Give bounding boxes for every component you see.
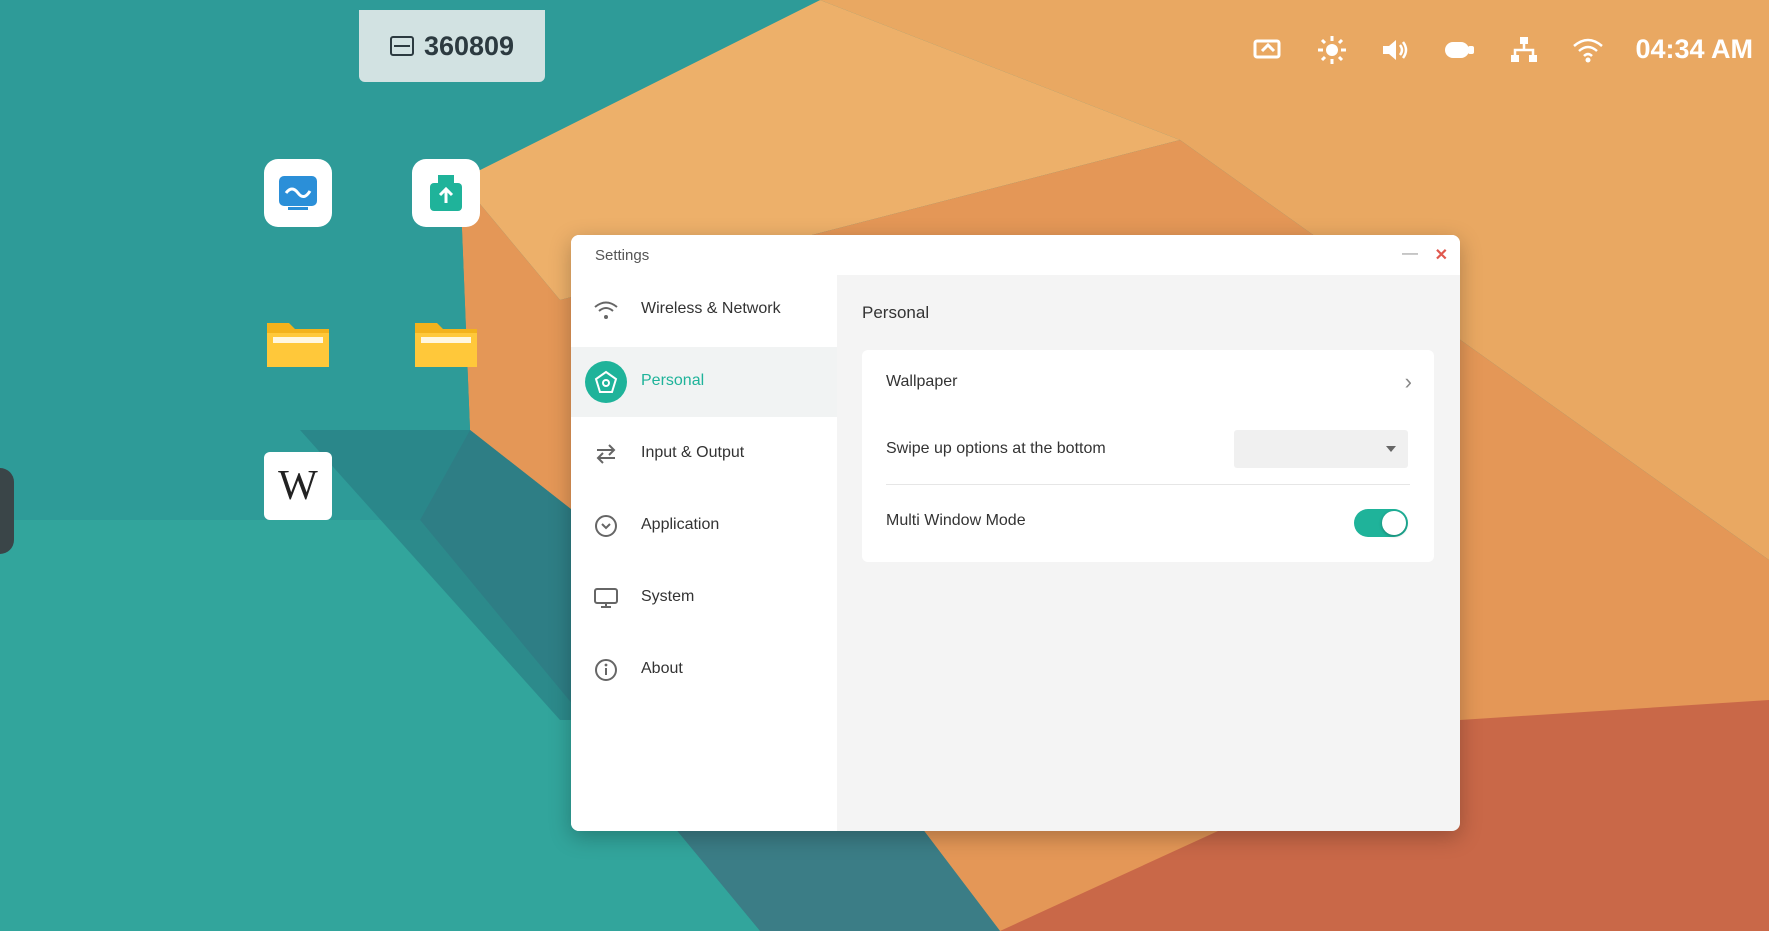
chevron-right-icon: › <box>1404 369 1412 394</box>
sidebar-item-label: Personal <box>641 371 705 389</box>
window-title: Settings <box>595 246 650 264</box>
device-id-text: 360809 <box>423 30 515 61</box>
wikipedia-icon: W <box>264 452 332 520</box>
screen-share-icon[interactable] <box>1251 35 1285 65</box>
sidebar-item-application[interactable]: Application <box>571 491 837 561</box>
swipe-options-select[interactable] <box>1234 430 1408 468</box>
settings-content: Personal Wallpaper › Swipe up options at… <box>837 275 1460 831</box>
brightness-icon[interactable] <box>1315 35 1349 65</box>
folder-icon <box>412 308 480 376</box>
sidebar-item-label: Input & Output <box>641 443 745 461</box>
personal-icon <box>585 361 627 403</box>
sidebar-item-label: Application <box>641 515 720 533</box>
status-bar: 04:34 AM <box>1251 34 1753 65</box>
sidebar-item-personal[interactable]: Personal <box>571 347 837 417</box>
sidebar-item-input-output[interactable]: Input & Output <box>571 419 837 489</box>
info-icon <box>585 649 627 691</box>
multi-window-row: Multi Window Mode <box>862 488 1434 558</box>
monitor-icon <box>389 36 414 56</box>
window-titlebar: Settings — ✕ <box>571 235 1460 275</box>
desktop-icon-note[interactable] <box>253 159 343 227</box>
whiteboard-icon <box>264 159 332 227</box>
multi-window-toggle[interactable] <box>1354 509 1408 537</box>
desktop-icon-usb[interactable] <box>401 159 491 227</box>
sidebar-item-wireless-network[interactable]: Wireless & Network <box>571 275 837 345</box>
chevron-down-icon <box>1386 446 1396 452</box>
wallpaper-row[interactable]: Wallpaper › <box>862 350 1434 414</box>
wifi-icon <box>585 289 627 331</box>
sidebar-item-about[interactable]: About <box>571 635 837 705</box>
side-drawer-handle[interactable] <box>0 468 14 554</box>
close-icon[interactable]: ✕ <box>1435 245 1448 265</box>
usb-drive-icon <box>412 159 480 227</box>
multi-window-label: Multi Window Mode <box>886 512 1026 529</box>
sidebar-item-label: About <box>641 659 683 677</box>
swipe-options-row: Swipe up options at the bottom <box>862 414 1434 484</box>
sidebar-item-label: Wireless & Network <box>641 299 781 317</box>
clock: 04:34 AM <box>1635 34 1753 64</box>
page-title: Personal <box>862 303 930 322</box>
swipe-options-label: Swipe up options at the bottom <box>886 440 1106 457</box>
desktop: 360809 04:34 AM W Settings — ✕ Wireless … <box>0 0 1769 931</box>
settings-sidebar: Wireless & Network Personal Input & Outp… <box>571 275 837 831</box>
desktop-icon-folder-2[interactable] <box>401 308 491 376</box>
wallpaper-label: Wallpaper <box>886 373 958 390</box>
wifi-icon[interactable] <box>1571 35 1605 65</box>
volume-icon[interactable] <box>1379 35 1413 65</box>
divider <box>886 484 1410 485</box>
sidebar-item-label: System <box>641 587 695 605</box>
desktop-icon-wikipedia[interactable]: W <box>253 452 343 520</box>
desktop-icon-folder-1[interactable] <box>253 308 343 376</box>
settings-window: Settings — ✕ Wireless & Network Personal <box>571 235 1460 831</box>
minimize-icon[interactable]: — <box>1402 245 1418 263</box>
camera-icon[interactable] <box>1443 35 1477 65</box>
device-id-badge[interactable]: 360809 <box>359 10 545 82</box>
personal-settings-card: Wallpaper › Swipe up options at the bott… <box>862 350 1434 562</box>
network-icon[interactable] <box>1507 35 1541 65</box>
app-icon <box>585 505 627 547</box>
toggle-knob <box>1382 511 1406 535</box>
swap-icon <box>585 433 627 475</box>
sidebar-item-system[interactable]: System <box>571 563 837 633</box>
monitor-icon <box>585 577 627 619</box>
folder-icon <box>264 308 332 376</box>
